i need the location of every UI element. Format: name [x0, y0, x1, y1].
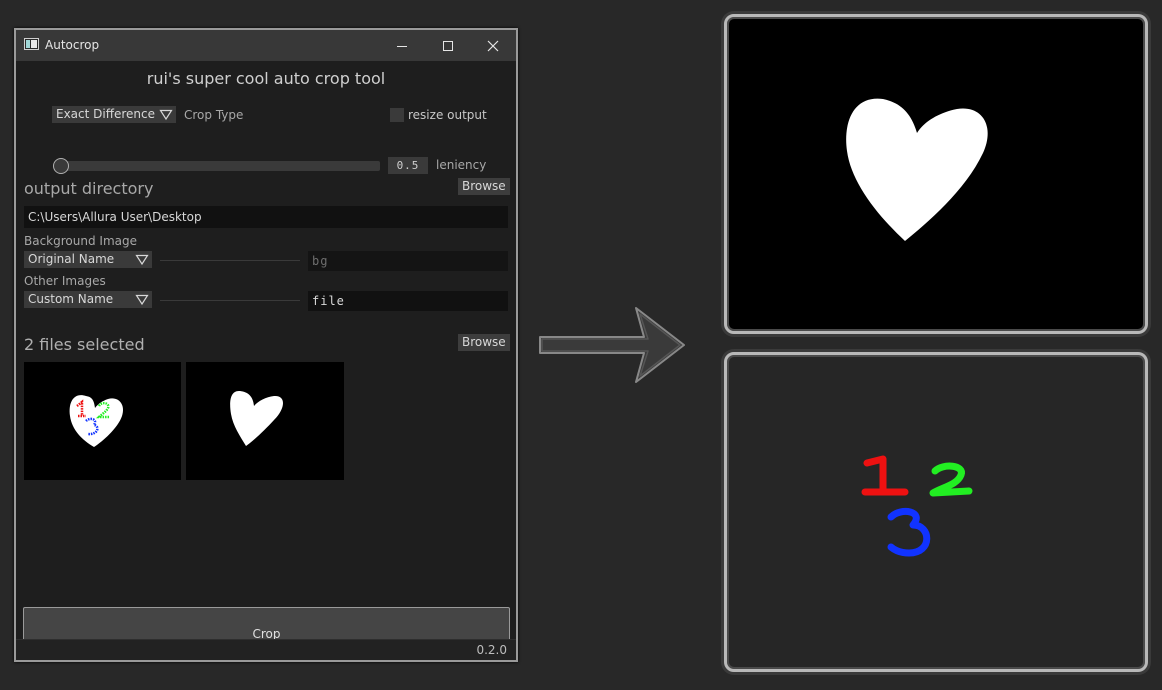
background-name-input[interactable]: bg — [308, 251, 508, 271]
numbers-image — [861, 455, 973, 557]
resize-output-label: resize output — [408, 108, 487, 122]
right-arrow-icon — [539, 307, 685, 383]
minimize-button[interactable] — [379, 30, 425, 61]
heart-with-numbers-image — [69, 395, 124, 447]
window-title: Autocrop — [45, 38, 100, 52]
maximize-icon — [443, 40, 453, 51]
crop-type-label: Crop Type — [184, 108, 244, 122]
other-images-label: Other Images — [24, 274, 106, 288]
status-bar: 0.2.0 — [16, 639, 516, 660]
background-name-value: Original Name — [28, 252, 115, 266]
app-heading: rui's super cool auto crop tool — [146, 69, 386, 88]
output-preview-numbers — [724, 352, 1148, 672]
dropdown-arrow-icon — [135, 294, 149, 306]
leniency-label: leniency — [436, 158, 487, 172]
thumbnail-image-heart[interactable] — [186, 362, 344, 480]
dropdown-arrow-icon — [135, 254, 149, 266]
leniency-slider-handle[interactable] — [53, 158, 69, 174]
heart-image — [846, 98, 988, 242]
crop-type-dropdown[interactable]: Exact Difference — [52, 106, 176, 123]
files-browse-button[interactable]: Browse — [458, 334, 510, 351]
thumbnail-image-numbers[interactable] — [24, 362, 181, 480]
output-directory-label: output directory — [24, 179, 154, 198]
output-browse-button[interactable]: Browse — [458, 178, 510, 195]
version-label: 0.2.0 — [476, 643, 507, 657]
close-button[interactable] — [470, 30, 516, 61]
dropdown-arrow-icon — [159, 109, 173, 121]
files-selected-label: 2 files selected — [24, 335, 145, 354]
minimize-icon — [397, 45, 407, 47]
resize-output-checkbox[interactable] — [390, 108, 404, 122]
title-bar[interactable]: Autocrop — [16, 30, 516, 61]
other-images-name-input[interactable]: file — [308, 291, 508, 311]
leniency-slider-track[interactable] — [54, 161, 380, 171]
divider-line — [160, 300, 300, 301]
maximize-button[interactable] — [425, 30, 471, 61]
output-directory-field[interactable]: C:\Users\Allura User\Desktop — [24, 206, 508, 228]
window-content: rui's super cool auto crop tool Exact Di… — [16, 61, 516, 660]
autocrop-window: Autocrop rui's super cool auto crop tool… — [14, 28, 518, 662]
output-preview-heart — [724, 14, 1148, 334]
other-images-name-dropdown[interactable]: Custom Name — [24, 291, 152, 308]
heart-image — [230, 390, 283, 446]
background-image-label: Background Image — [24, 234, 137, 248]
background-name-dropdown[interactable]: Original Name — [24, 251, 152, 268]
leniency-value[interactable]: 0.5 — [388, 157, 428, 174]
app-icon — [24, 38, 39, 50]
crop-type-value: Exact Difference — [56, 107, 156, 121]
divider-line — [160, 260, 300, 261]
close-icon — [487, 40, 499, 51]
other-images-name-value: Custom Name — [28, 292, 114, 306]
